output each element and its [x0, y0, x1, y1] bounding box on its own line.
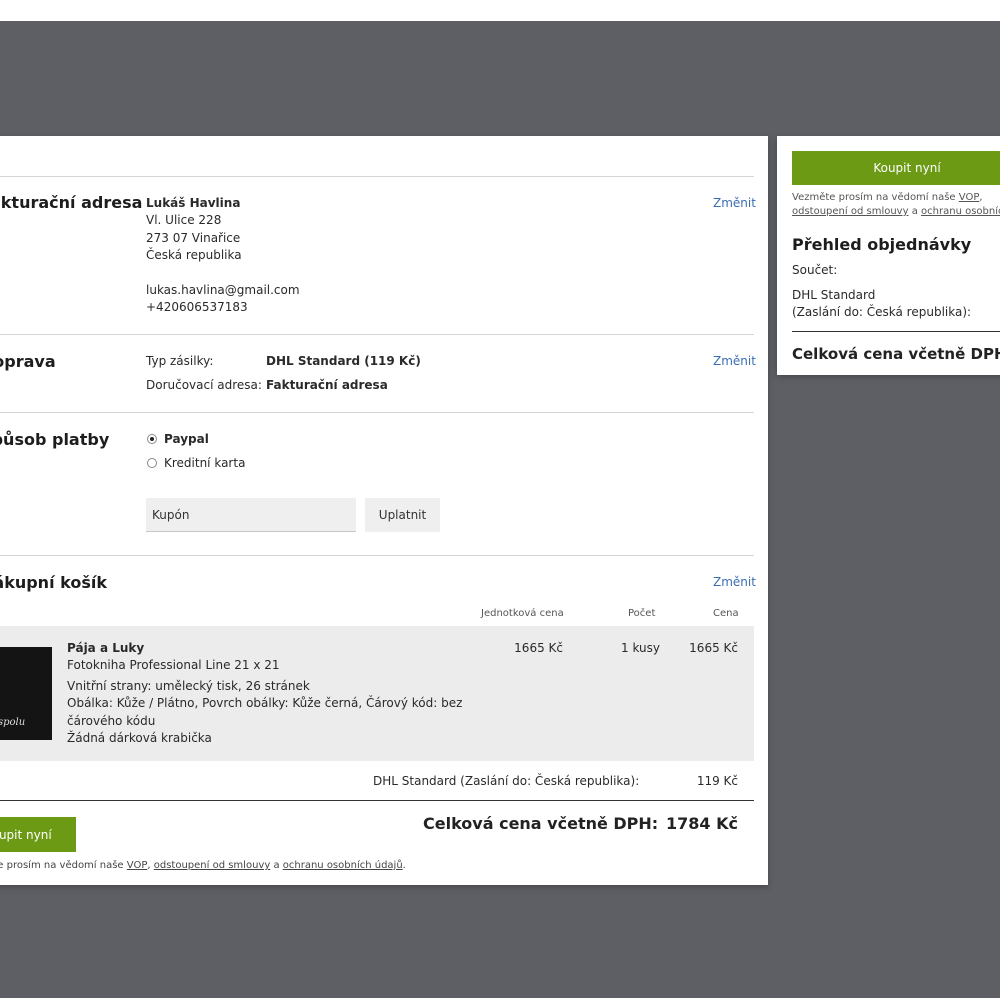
summary-shipping-line-1: DHL Standard — [792, 288, 876, 302]
order-summary-panel: Koupit nyní Vezměte prosím na vědomí naš… — [777, 136, 1000, 375]
divider — [0, 334, 754, 335]
divider — [0, 555, 754, 556]
coupon-input[interactable] — [146, 498, 356, 532]
item-unit-price: 1665 Kč — [514, 641, 563, 655]
col-count-header: Počet — [628, 608, 656, 619]
item-detail-2: Obálka: Kůže / Plátno, Povrch obálky: Ků… — [67, 696, 463, 710]
billing-phone: +420606537183 — [146, 300, 248, 314]
billing-change-link[interactable]: Změnit — [713, 196, 756, 210]
summary-title: Přehled objednávky — [792, 235, 972, 254]
checkout-panel: Fakturační adresa Lukáš Havlina Vl. Ulic… — [0, 136, 768, 885]
terms-comma: , — [147, 860, 151, 871]
summary-buy-now-button[interactable]: Koupit nyní — [792, 151, 1000, 185]
billing-city: 273 07 Vinařice — [146, 231, 241, 245]
shipping-summary-price: 119 Kč — [696, 774, 738, 788]
total-label: Celková cena včetně DPH: — [423, 814, 659, 833]
billing-street: Vl. Ulice 228 — [146, 213, 222, 227]
radio-credit-card-label[interactable]: Kreditní karta — [164, 455, 245, 473]
summary-terms-privacy-link[interactable]: ochranu osobních údajů — [921, 206, 1000, 217]
terms-privacy-link[interactable]: ochranu osobních údajů — [283, 860, 403, 871]
summary-total-label: Celková cena včetně DPH: — [792, 345, 1000, 363]
terms-text: Vezměte prosím na vědomí naše VOP, odsto… — [0, 860, 406, 871]
shipping-type-value: DHL Standard (119 Kč) — [266, 354, 421, 368]
radio-paypal-label[interactable]: Paypal — [164, 431, 209, 449]
summary-terms-line-1: Vezměte prosím na vědomí naše VOP, — [792, 192, 983, 203]
col-price-header: Cena — [713, 608, 739, 619]
billing-title: Fakturační adresa — [0, 193, 143, 212]
thumbnail-caption: spolu — [0, 717, 26, 728]
buy-now-button[interactable]: Koupit nyní — [0, 817, 76, 852]
item-product: Fotokniha Professional Line 21 x 21 — [67, 658, 280, 672]
radio-paypal[interactable] — [147, 434, 157, 444]
shipping-summary-label: DHL Standard (Zaslání do: Česká republik… — [373, 774, 640, 788]
terms-vop-link[interactable]: VOP — [127, 860, 148, 871]
shipping-type-label: Typ zásilky: — [146, 354, 214, 368]
divider — [0, 176, 754, 177]
summary-terms-comma: , — [979, 192, 983, 203]
cart-change-link[interactable]: Změnit — [713, 575, 756, 589]
summary-divider — [792, 331, 1000, 332]
payment-title: Způsob platby — [0, 430, 110, 449]
summary-terms-and: a — [911, 206, 918, 217]
terms-and: a — [273, 860, 280, 871]
billing-country: Česká republika — [146, 248, 242, 262]
apply-coupon-button[interactable]: Uplatnit — [365, 498, 440, 532]
item-detail-3: čárového kódu — [67, 714, 156, 728]
summary-terms-vop-link[interactable]: VOP — [959, 192, 980, 203]
shipping-title: Doprava — [0, 352, 56, 371]
terms-prefix: Vezměte prosím na vědomí naše — [0, 860, 124, 871]
summary-terms-line-2: odstoupení od smlouvy a ochranu osobních… — [792, 206, 1000, 217]
shipping-change-link[interactable]: Změnit — [713, 354, 756, 368]
summary-subtotal-label: Součet: — [792, 263, 838, 277]
total-price: 1784 Kč — [666, 814, 738, 833]
summary-shipping-line-2: (Zaslání do: Česká republika): — [792, 305, 972, 319]
summary-terms-withdrawal-link[interactable]: odstoupení od smlouvy — [792, 206, 909, 217]
total-divider — [0, 800, 754, 801]
billing-name: Lukáš Havlina — [146, 196, 241, 210]
item-detail-1: Vnitřní strany: umělecký tisk, 26 stráne… — [67, 679, 310, 693]
shipping-address-value: Fakturační adresa — [266, 378, 388, 392]
summary-terms-prefix: Vezměte prosím na vědomí naše — [792, 192, 956, 203]
terms-end: . — [402, 860, 406, 871]
item-name: Pája a Luky — [67, 641, 145, 655]
item-detail-4: Žádná dárková krabička — [67, 731, 212, 745]
product-thumbnail: spolu — [0, 647, 52, 740]
divider — [0, 412, 754, 413]
terms-withdrawal-link[interactable]: odstoupení od smlouvy — [154, 860, 271, 871]
col-unit-price-header: Jednotková cena — [481, 608, 564, 619]
cart-title: Nákupní košík — [0, 573, 107, 592]
item-price: 1665 Kč — [689, 641, 738, 655]
item-count: 1 kusy — [621, 641, 660, 655]
billing-email: lukas.havlina@gmail.com — [146, 283, 300, 297]
radio-credit-card[interactable] — [147, 458, 157, 468]
shipping-address-label: Doručovací adresa: — [146, 378, 262, 392]
